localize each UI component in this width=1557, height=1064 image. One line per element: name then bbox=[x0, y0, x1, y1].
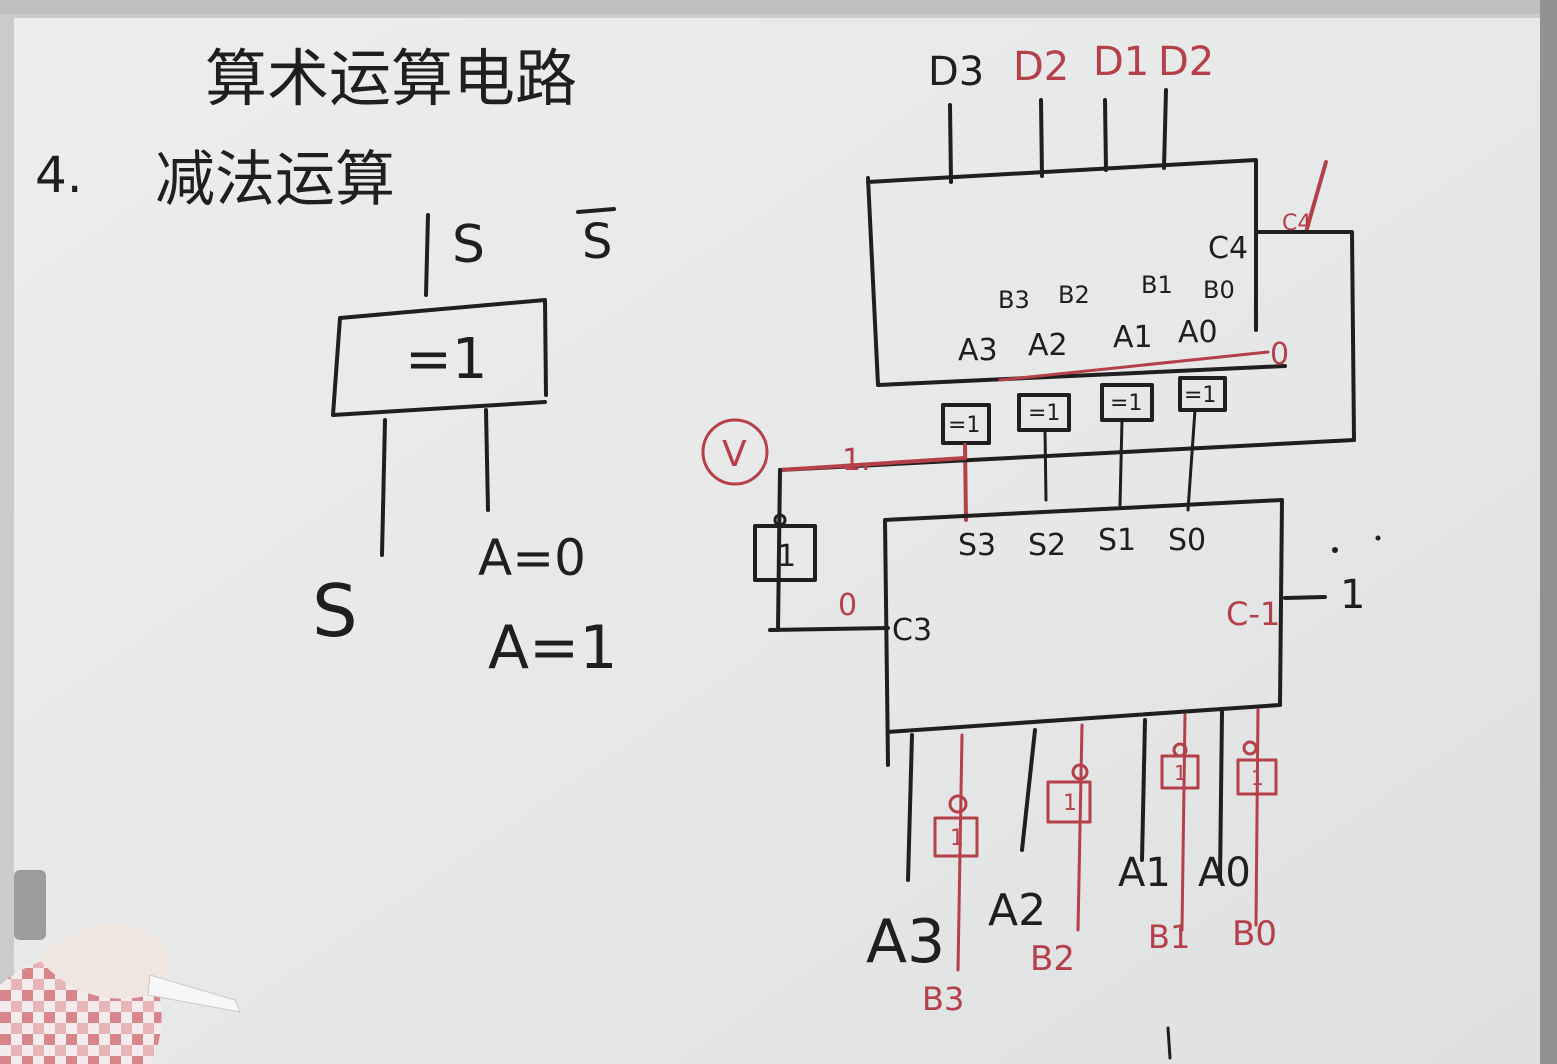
input-label-a3: A3 bbox=[866, 907, 945, 977]
stray-mark bbox=[1166, 1026, 1172, 1060]
b-input-label-0: B0 bbox=[1203, 276, 1235, 304]
b-input-label-3: B3 bbox=[998, 286, 1030, 314]
upper-carry-in-value: 0 bbox=[1270, 337, 1289, 372]
xor-demo-a-zero: A=0 bbox=[478, 529, 586, 587]
lower-adder-carry-in: C-1 bbox=[1226, 595, 1280, 633]
xor-demo-input-wire-right bbox=[484, 408, 490, 512]
a-input-label-2: A2 bbox=[1028, 328, 1068, 363]
a-input-label-3: A3 bbox=[958, 333, 998, 368]
input-label-a2: A2 bbox=[988, 885, 1046, 936]
xor-wire-2 bbox=[1043, 428, 1048, 502]
board-right-edge bbox=[1540, 0, 1557, 1064]
c3-value: 0 bbox=[838, 588, 857, 623]
a-input-label-0: A0 bbox=[1178, 315, 1218, 350]
output-label-3: D1 bbox=[1093, 39, 1149, 85]
carry-in-wire bbox=[1283, 595, 1327, 600]
output-wire-d3 bbox=[948, 103, 953, 184]
upper-carry-out-label: C4 bbox=[1208, 231, 1248, 266]
input-not-label-3: 1 bbox=[950, 826, 964, 851]
board-top-rail bbox=[0, 0, 1557, 14]
stray-dot-2 bbox=[1375, 535, 1381, 541]
output-label-4: D2 bbox=[1158, 39, 1214, 85]
input-label-b2: B2 bbox=[1030, 939, 1075, 979]
board-title: 算术运算电路 bbox=[205, 42, 577, 115]
output-wire-d1 bbox=[1103, 98, 1108, 172]
xor-wire-1 bbox=[1118, 418, 1124, 507]
input-wire-b0 bbox=[1254, 708, 1260, 927]
input-not-label-1: 1 bbox=[1174, 761, 1187, 785]
stray-dot-1 bbox=[1332, 547, 1338, 553]
xor-demo-a-one: A=1 bbox=[488, 613, 618, 683]
sign-circle-label: V bbox=[722, 434, 747, 475]
xor-demo-output-wire bbox=[424, 213, 430, 297]
board-left-tray bbox=[14, 870, 46, 940]
b-input-label-1: B1 bbox=[1141, 271, 1173, 299]
sum-label-0: S0 bbox=[1168, 523, 1206, 558]
sum-label-3: S3 bbox=[958, 528, 996, 563]
xor-gate-label-3: =1 bbox=[948, 413, 980, 438]
xor-gate-label-0: =1 bbox=[1184, 383, 1216, 408]
sum-label-1: S1 bbox=[1098, 523, 1136, 558]
section-number: 4. bbox=[35, 146, 83, 204]
lower-adder-carry-out: C3 bbox=[892, 613, 932, 648]
xor-gate-label-1: =1 bbox=[1110, 391, 1142, 416]
a-input-label-1: A1 bbox=[1113, 320, 1153, 355]
output-label-2: D2 bbox=[1013, 44, 1069, 90]
input-label-b0: B0 bbox=[1232, 914, 1277, 954]
xor-demo-output-s-bar: S bbox=[582, 214, 612, 270]
input-label-b1: B1 bbox=[1148, 918, 1190, 956]
xor-gate-label-2: =1 bbox=[1028, 401, 1060, 426]
c3-wire bbox=[768, 626, 890, 632]
whiteboard: 算术运算电路 4. 减法运算 S S =1 S A=0 A=1 D3 D2 D1… bbox=[0, 0, 1557, 1064]
section-title: 减法运算 bbox=[155, 145, 395, 215]
not-gate-label: 1 bbox=[777, 539, 796, 574]
output-wire-d0 bbox=[1162, 88, 1168, 170]
xor-demo-input-s: S bbox=[312, 569, 358, 653]
b-input-label-2: B2 bbox=[1058, 281, 1090, 309]
sum-label-2: S2 bbox=[1028, 528, 1066, 563]
carry-in-value: 1 bbox=[1340, 572, 1365, 618]
xor-demo-gate-label: =1 bbox=[405, 327, 488, 392]
input-not-label-0: 1 bbox=[1251, 766, 1264, 790]
input-not-label-2: 1 bbox=[1063, 791, 1077, 816]
output-label-1: D3 bbox=[928, 49, 984, 95]
xor-demo-output-s: S bbox=[452, 215, 485, 275]
input-label-a0: A0 bbox=[1198, 850, 1251, 896]
control-line-label: 1. bbox=[842, 443, 871, 478]
input-label-b3: B3 bbox=[922, 980, 964, 1018]
output-wire-d2 bbox=[1039, 98, 1044, 178]
input-label-a1: A1 bbox=[1118, 850, 1171, 896]
